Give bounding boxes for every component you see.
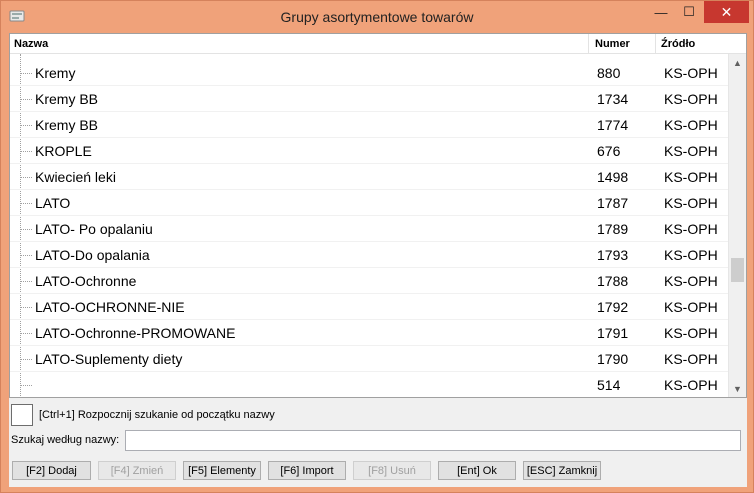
row-source: KS-OPH (664, 117, 718, 133)
row-source: KS-OPH (664, 169, 718, 185)
row-name: Kwiecień leki (35, 169, 116, 185)
tree-row[interactable]: Kwiecień leki 1498 KS-OPH (10, 164, 728, 190)
column-header: Nazwa Numer Źródło (10, 34, 746, 54)
row-name: LATO- Po opalaniu (35, 221, 153, 237)
row-source: KS-OPH (664, 91, 718, 107)
row-source: KS-OPH (664, 325, 718, 341)
row-number: 1793 (597, 247, 629, 263)
column-header-number[interactable]: Numer (595, 38, 630, 50)
tree-row[interactable]: KROPLE 676 KS-OPH (10, 138, 728, 164)
tree-row[interactable]: LATO-Suplementy diety 1790 KS-OPH (10, 346, 728, 372)
scroll-down-icon[interactable]: ▼ (729, 380, 746, 397)
row-name: LATO-Ochronne (35, 273, 137, 289)
window-title: Grupy asortymentowe towarów (280, 9, 474, 25)
tree-branch-line (20, 177, 32, 178)
tree-row[interactable]: LATO-OCHRONNE-NIE 1792 KS-OPH (10, 294, 728, 320)
row-name: LATO-Suplementy diety (35, 351, 183, 367)
tree-row[interactable]: LATO 1787 KS-OPH (10, 190, 728, 216)
scroll-up-icon[interactable]: ▲ (729, 54, 746, 71)
vertical-scrollbar[interactable]: ▲ ▼ (728, 54, 746, 397)
tree-branch-line (20, 151, 32, 152)
maximize-button[interactable]: ☐ (675, 1, 703, 23)
tree-branch-line (20, 307, 32, 308)
groups-tree-list[interactable]: Nazwa Numer Źródło Kremy 880 KS-OPH Kremy B… (9, 33, 747, 398)
row-source: KS-OPH (664, 273, 718, 289)
row-number: 880 (597, 65, 621, 81)
row-name: LATO-Do opalania (35, 247, 150, 263)
tree-branch-line (20, 359, 32, 360)
row-number: 1791 (597, 325, 629, 341)
ok-button[interactable]: [Ent] Ok (438, 461, 516, 480)
row-name: Kremy (35, 65, 76, 81)
maximize-icon: ☐ (683, 4, 695, 19)
dialog-client-area: Nazwa Numer Źródło Kremy 880 KS-OPH Kremy B… (9, 33, 747, 487)
row-source: KS-OPH (664, 143, 718, 159)
row-name: LATO-OCHRONNE-NIE (35, 299, 185, 315)
row-number: 1498 (597, 169, 629, 185)
row-number: 514 (597, 377, 621, 393)
row-name: LATO-Ochronne-PROMOWANE (35, 325, 236, 341)
row-source: KS-OPH (664, 195, 718, 211)
search-from-start-label: [Ctrl+1] Rozpocznij szukanie od początku… (39, 409, 275, 421)
row-source: KS-OPH (664, 247, 718, 263)
tree-row[interactable]: Kremy BB 1774 KS-OPH (10, 112, 728, 138)
close-icon: ✕ (720, 3, 733, 20)
import-button[interactable]: [F6] Import (268, 461, 346, 480)
delete-button[interactable]: [F8] Usuń (353, 461, 431, 480)
tree-branch-line (20, 99, 32, 100)
tree-row[interactable]: LATO-Ochronne 1788 KS-OPH (10, 268, 728, 294)
column-header-name[interactable]: Nazwa (14, 38, 48, 50)
minimize-icon: — (654, 4, 668, 20)
close-window-button[interactable]: ✕ (704, 1, 749, 23)
row-source: KS-OPH (664, 351, 718, 367)
tree-row[interactable]: LATO-Ochronne-PROMOWANE 1791 KS-OPH (10, 320, 728, 346)
title-bar[interactable]: Grupy asortymentowe towarów — ☐ ✕ (1, 1, 753, 33)
minimize-button[interactable]: — (647, 1, 675, 23)
row-number: 1792 (597, 299, 629, 315)
tree-branch-line (20, 229, 32, 230)
search-input[interactable] (125, 430, 741, 451)
column-divider[interactable] (588, 34, 589, 54)
tree-branch-line (20, 255, 32, 256)
row-source: KS-OPH (664, 377, 718, 393)
add-button[interactable]: [F2] Dodaj (12, 461, 91, 480)
row-number: 1789 (597, 221, 629, 237)
column-header-source[interactable]: Źródło (661, 38, 695, 50)
tree-row[interactable]: Kremy 880 KS-OPH (10, 60, 728, 86)
row-number: 1787 (597, 195, 629, 211)
tree-branch-line (20, 333, 32, 334)
tree-row[interactable]: LATO-Do opalania 1793 KS-OPH (10, 242, 728, 268)
tree-row[interactable]: LATO- Po opalaniu 1789 KS-OPH (10, 216, 728, 242)
row-name: Kremy BB (35, 91, 99, 107)
search-from-start-checkbox[interactable] (11, 404, 33, 426)
row-name: KROPLE (35, 143, 92, 159)
row-number: 1774 (597, 117, 629, 133)
row-number: 676 (597, 143, 621, 159)
tree-row[interactable]: 514 KS-OPH (10, 372, 728, 397)
search-label: Szukaj według nazwy: (11, 434, 120, 446)
row-source: KS-OPH (664, 299, 718, 315)
close-button[interactable]: [ESC] Zamknij (523, 461, 601, 480)
tree-branch-line (20, 281, 32, 282)
row-source: KS-OPH (664, 221, 718, 237)
row-number: 1790 (597, 351, 629, 367)
edit-button[interactable]: [F4] Zmień (98, 461, 176, 480)
scroll-thumb[interactable] (731, 258, 744, 282)
column-divider[interactable] (655, 34, 656, 54)
row-name: Kremy BB (35, 117, 99, 133)
tree-branch-line (20, 385, 32, 386)
elements-button[interactable]: [F5] Elementy (183, 461, 261, 480)
row-name: LATO (35, 195, 71, 211)
row-number: 1788 (597, 273, 629, 289)
tree-branch-line (20, 73, 32, 74)
tree-branch-line (20, 203, 32, 204)
dialog-window: Grupy asortymentowe towarów — ☐ ✕ Nazwa … (0, 0, 754, 493)
row-number: 1734 (597, 91, 629, 107)
tree-row[interactable]: Kremy BB 1734 KS-OPH (10, 86, 728, 112)
row-source: KS-OPH (664, 65, 718, 81)
tree-branch-line (20, 125, 32, 126)
